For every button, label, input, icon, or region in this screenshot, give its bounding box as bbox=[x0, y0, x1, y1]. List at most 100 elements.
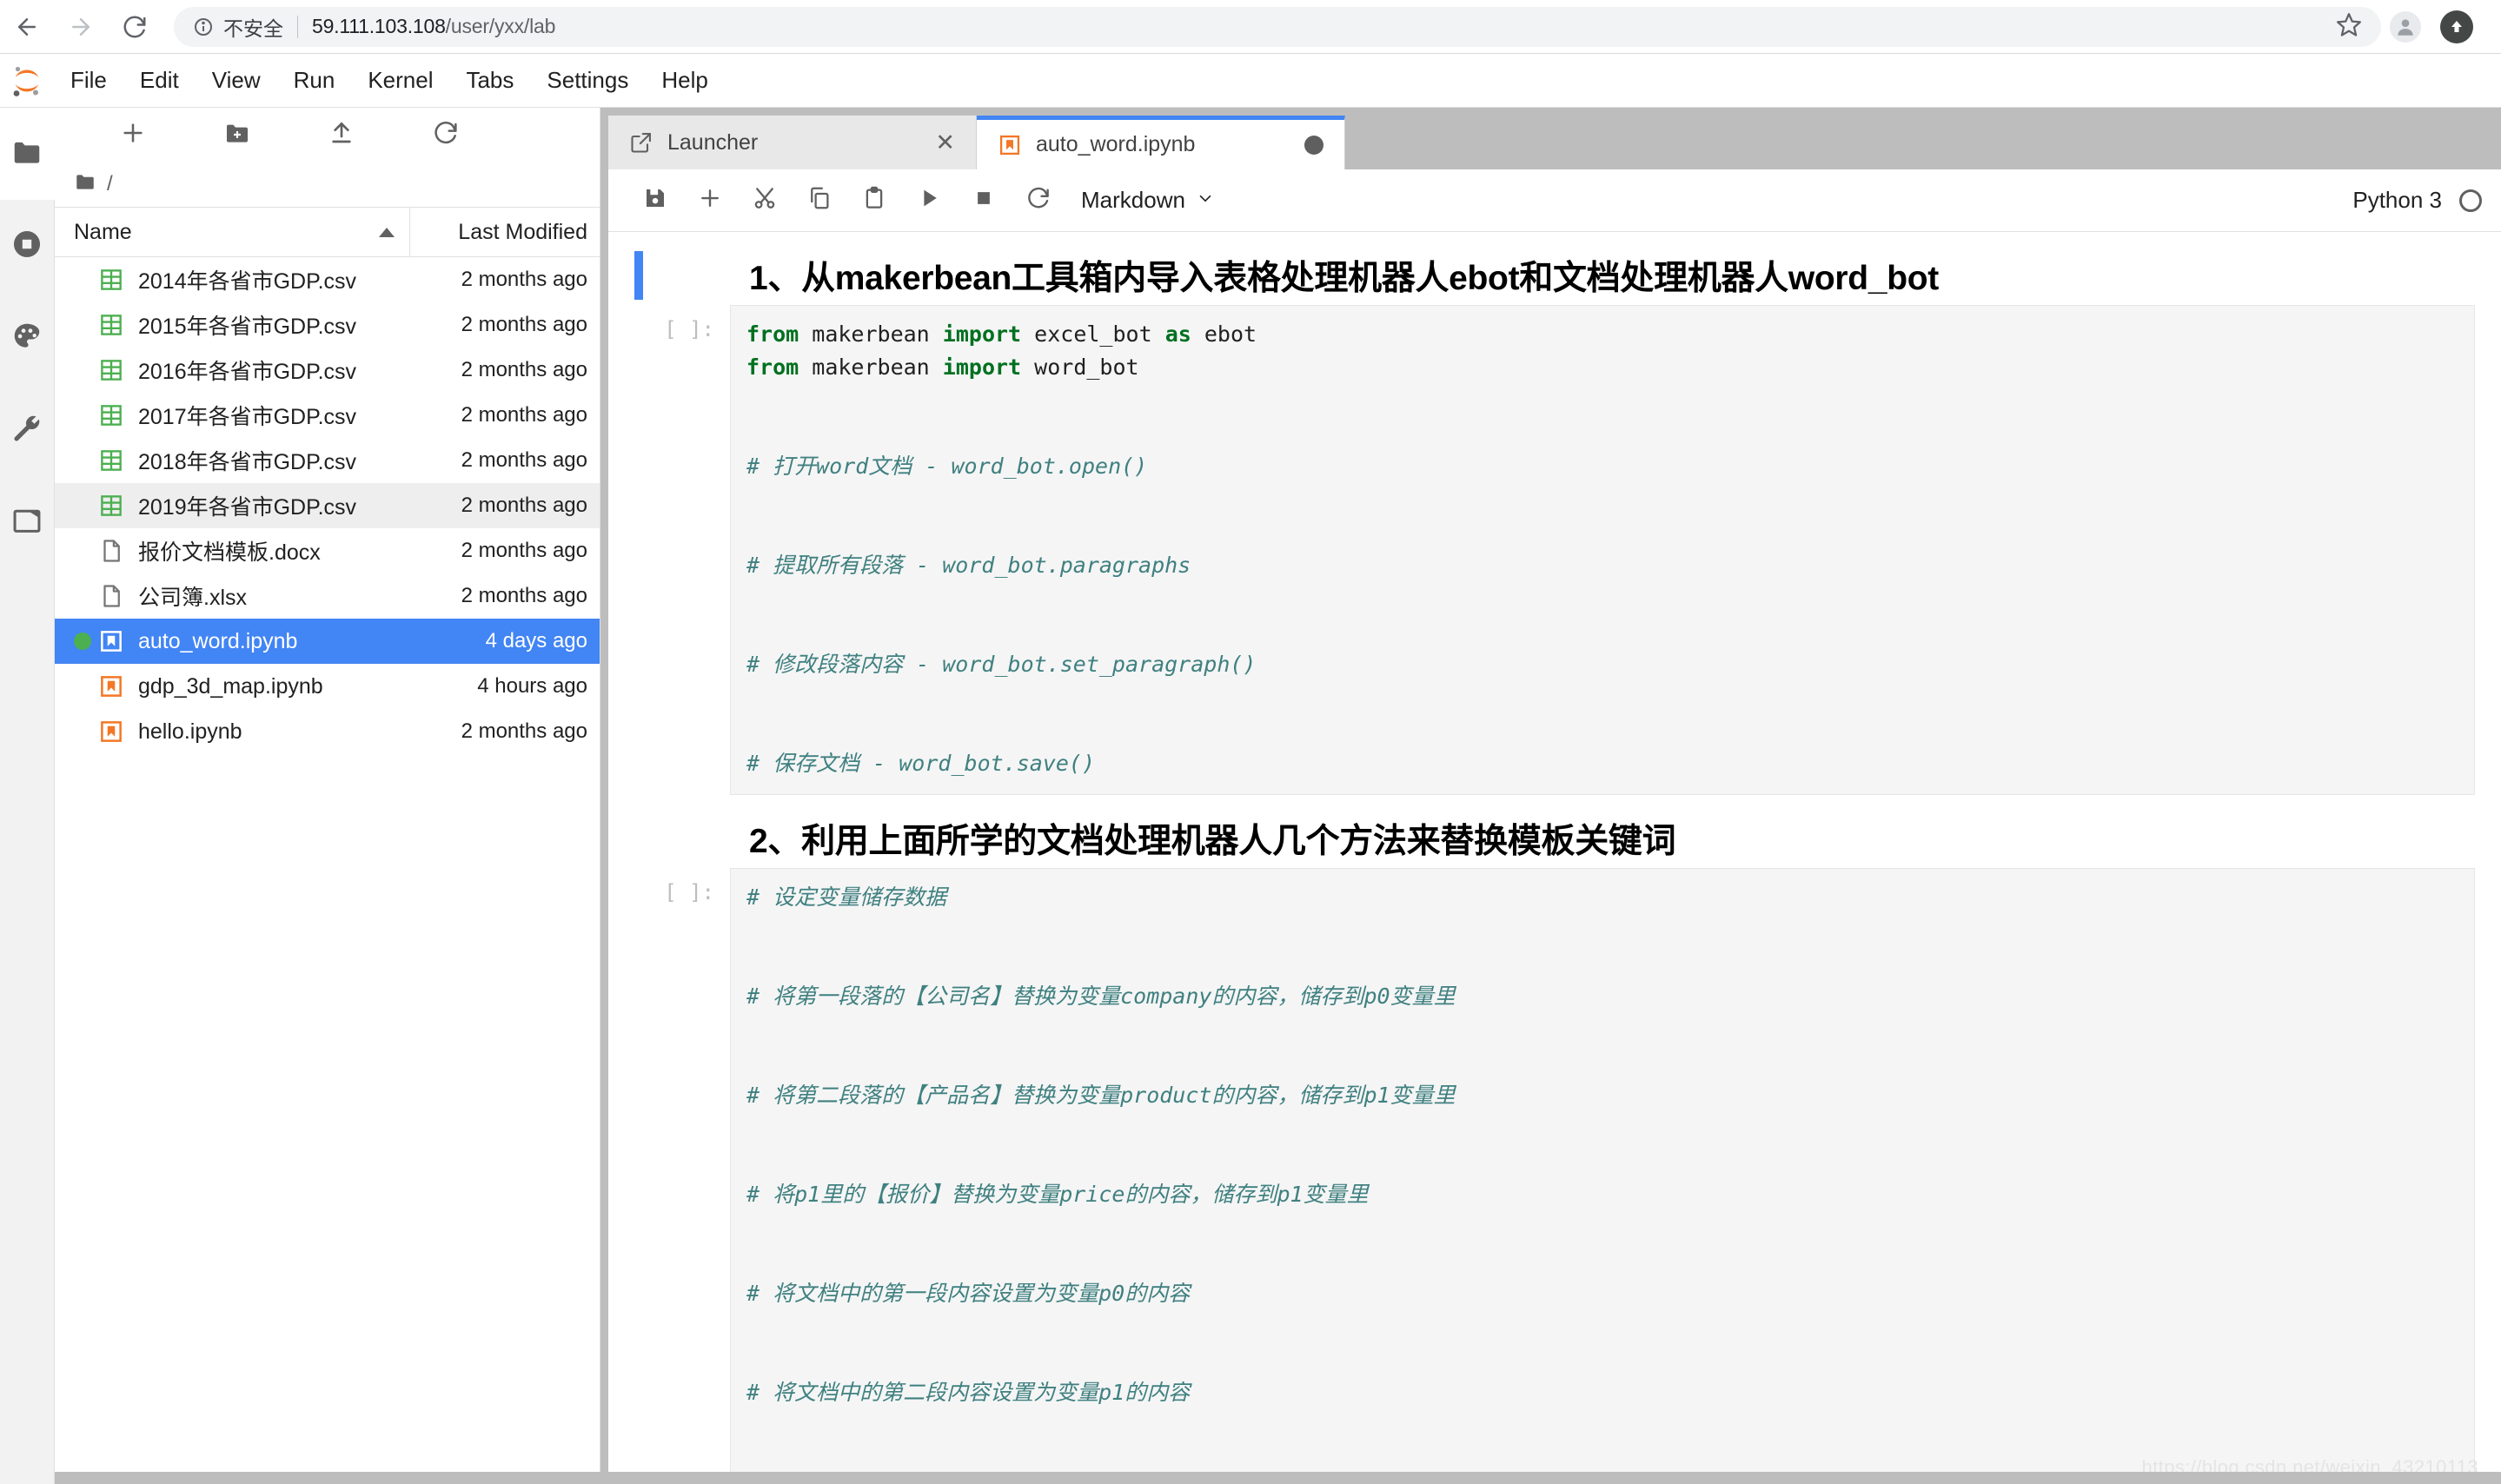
column-header-name[interactable]: Name bbox=[55, 208, 410, 256]
code-line: from makerbean import excel_bot as ebot bbox=[746, 318, 2474, 351]
cell-selection-bar bbox=[634, 814, 643, 863]
file-list-item[interactable]: 2015年各省市GDP.csv 2 months ago bbox=[55, 302, 600, 348]
dock-tab[interactable]: auto_word.ipynb bbox=[977, 116, 1345, 169]
close-icon[interactable]: ✕ bbox=[935, 130, 955, 155]
code-cell[interactable]: [ ]: # 设定变量储存数据 # 将第一段落的【公司名】替换为变量company… bbox=[608, 868, 2501, 1484]
sidebar-item-file-browser[interactable] bbox=[0, 108, 55, 200]
file-list-item[interactable]: 2018年各省市GDP.csv 2 months ago bbox=[55, 438, 600, 483]
file-list-item[interactable]: 报价文档模板.docx 2 months ago bbox=[55, 528, 600, 573]
sidebar-item-commands[interactable] bbox=[0, 384, 55, 476]
file-name-label: 2014年各省市GDP.csv bbox=[138, 269, 357, 294]
file-list-item[interactable]: hello.ipynb 2 months ago bbox=[55, 709, 600, 754]
row-spacer bbox=[74, 271, 91, 288]
menu-view[interactable]: View bbox=[196, 54, 277, 108]
bookmark-star-icon[interactable] bbox=[2336, 11, 2362, 42]
column-header-last-modified[interactable]: Last Modified bbox=[410, 208, 600, 256]
menu-edit[interactable]: Edit bbox=[123, 54, 196, 108]
running-kernel-indicator bbox=[74, 633, 91, 650]
code-line: # 将文档中的第二段内容设置为变量p1的内容 bbox=[746, 1376, 2474, 1409]
browser-reload-button[interactable] bbox=[108, 0, 162, 54]
cut-cell-button[interactable] bbox=[737, 169, 792, 232]
new-launcher-button[interactable] bbox=[81, 108, 185, 162]
code-editor[interactable]: from makerbean import excel_bot as ebot f… bbox=[730, 305, 2475, 795]
save-button[interactable] bbox=[627, 169, 682, 232]
file-list-item[interactable]: 2019年各省市GDP.csv 2 months ago bbox=[55, 483, 600, 528]
copy-cell-button[interactable] bbox=[792, 169, 846, 232]
insert-cell-button[interactable] bbox=[682, 169, 737, 232]
markdown-cell[interactable]: 1、从makerbean工具箱内导入表格处理机器人ebot和文档处理机器人wor… bbox=[608, 232, 2501, 305]
sidebar-item-open-tabs[interactable] bbox=[0, 476, 55, 568]
interrupt-kernel-button[interactable] bbox=[956, 169, 1011, 232]
sort-ascending-icon bbox=[378, 220, 395, 245]
scissors-icon bbox=[752, 185, 778, 215]
browser-back-button[interactable] bbox=[0, 0, 54, 54]
site-info-icon[interactable] bbox=[193, 17, 214, 37]
wrench-icon bbox=[10, 412, 43, 449]
run-cell-button[interactable] bbox=[901, 169, 956, 232]
markdown-cell[interactable]: 2、利用上面所学的文档处理机器人几个方法来替换模板关键词 bbox=[608, 795, 2501, 868]
code-cell[interactable]: [ ]: from makerbean import excel_bot as e… bbox=[608, 305, 2501, 795]
address-bar[interactable]: 不安全 59.111.103.108/user/yxx/lab bbox=[174, 6, 2381, 47]
code-editor[interactable]: # 设定变量储存数据 # 将第一段落的【公司名】替换为变量company的内容，… bbox=[730, 868, 2475, 1484]
refresh-button[interactable] bbox=[394, 108, 498, 162]
stop-circle-icon bbox=[10, 228, 43, 265]
file-name-label: 公司簿.xlsx bbox=[138, 586, 248, 610]
code-editor-wrapper[interactable]: from makerbean import excel_bot as ebot f… bbox=[730, 305, 2475, 795]
dock-tab[interactable]: Launcher ✕ bbox=[608, 116, 977, 169]
menu-help[interactable]: Help bbox=[645, 54, 724, 108]
file-list-item[interactable]: 公司簿.xlsx 2 months ago bbox=[55, 573, 600, 619]
browser-forward-button[interactable] bbox=[54, 0, 108, 54]
menu-run[interactable]: Run bbox=[277, 54, 352, 108]
code-keyword: import bbox=[942, 354, 1022, 380]
unsaved-changes-indicator[interactable] bbox=[1304, 135, 1323, 155]
code-keyword: import bbox=[942, 321, 1022, 347]
breadcrumb[interactable]: / bbox=[55, 162, 600, 207]
code-text: word_bot bbox=[1021, 354, 1139, 380]
restart-icon bbox=[1025, 185, 1051, 215]
cell-execution-prompt: [ ]: bbox=[664, 880, 714, 904]
menu-file[interactable]: File bbox=[54, 54, 123, 108]
notebook-icon bbox=[95, 719, 128, 745]
restart-kernel-button[interactable] bbox=[1011, 169, 1065, 232]
file-list-item[interactable]: 2017年各省市GDP.csv 2 months ago bbox=[55, 393, 600, 438]
menu-tabs[interactable]: Tabs bbox=[449, 54, 530, 108]
code-editor-wrapper[interactable]: # 设定变量储存数据 # 将第一段落的【公司名】替换为变量company的内容，… bbox=[730, 868, 2475, 1484]
paste-cell-button[interactable] bbox=[846, 169, 901, 232]
sidebar-item-extension-manager[interactable] bbox=[0, 292, 55, 384]
code-text: makerbean bbox=[799, 354, 943, 380]
play-icon bbox=[916, 185, 942, 215]
launcher-icon bbox=[629, 130, 653, 155]
new-folder-button[interactable] bbox=[185, 108, 289, 162]
kernel-indicator[interactable]: Python 3 bbox=[2352, 187, 2482, 214]
file-name-label: 2016年各省市GDP.csv bbox=[138, 360, 357, 384]
chevron-down-icon bbox=[1196, 187, 1215, 214]
profile-avatar[interactable] bbox=[2390, 10, 2421, 43]
palette-icon bbox=[10, 320, 43, 357]
notebook-scroll-area[interactable]: 1、从makerbean工具箱内导入表格处理机器人ebot和文档处理机器人wor… bbox=[608, 232, 2501, 1484]
save-icon bbox=[642, 185, 668, 215]
row-spacer bbox=[74, 542, 91, 560]
sidebar-item-running-sessions[interactable] bbox=[0, 200, 55, 292]
upload-button[interactable] bbox=[289, 108, 394, 162]
browser-update-icon[interactable] bbox=[2440, 10, 2473, 43]
code-keyword: from bbox=[746, 321, 799, 347]
status-bar bbox=[55, 1472, 2501, 1484]
file-list-item[interactable]: 2014年各省市GDP.csv 2 months ago bbox=[55, 257, 600, 302]
file-list-item[interactable]: auto_word.ipynb 4 days ago bbox=[55, 619, 600, 664]
file-list-item[interactable]: 2016年各省市GDP.csv 2 months ago bbox=[55, 348, 600, 393]
file-modified-label: 4 days ago bbox=[485, 629, 587, 653]
menu-settings[interactable]: Settings bbox=[530, 54, 645, 108]
cell-type-dropdown[interactable]: Markdown bbox=[1081, 187, 1215, 214]
row-spacer bbox=[74, 678, 91, 695]
main-area: / Name Last Modified 2014年各省市GDP.csv 2 mo… bbox=[0, 108, 2501, 1484]
file-list-item[interactable]: gdp_3d_map.ipynb 4 hours ago bbox=[55, 664, 600, 709]
code-comment: # 将第二段落的【产品名】替换为变量product的内容，储存到p1变量里 bbox=[746, 1083, 1456, 1108]
code-line: # 修改段落内容 - word_bot.set_paragraph() bbox=[746, 648, 2474, 681]
menu-kernel[interactable]: Kernel bbox=[351, 54, 449, 108]
